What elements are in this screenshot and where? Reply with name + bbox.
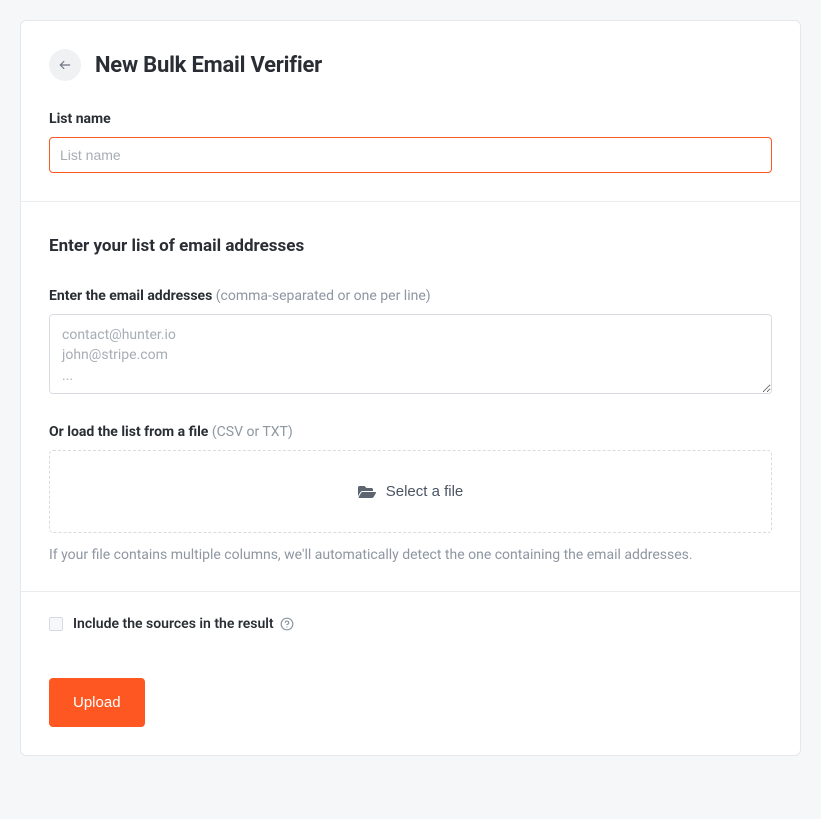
select-file-button[interactable]: Select a file [49,450,772,533]
include-sources-checkbox[interactable] [49,617,63,631]
bulk-verifier-card: New Bulk Email Verifier List name Enter … [20,20,801,756]
email-textarea-label: Enter the email addresses (comma-separat… [49,288,772,304]
select-file-text: Select a file [386,483,464,500]
section-title: Enter your list of email addresses [49,236,772,256]
page-title: New Bulk Email Verifier [95,53,322,78]
email-textarea-hint: (comma-separated or one per line) [216,288,431,304]
file-label: Or load the list from a file (CSV or TXT… [49,424,772,440]
header-section: New Bulk Email Verifier List name [21,21,800,202]
email-textarea-label-text: Enter the email addresses [49,288,212,304]
include-sources-row: Include the sources in the result [49,616,772,632]
include-sources-text: Include the sources in the result [73,616,274,632]
list-name-input[interactable] [49,137,772,173]
title-row: New Bulk Email Verifier [49,49,772,81]
file-help-text: If your file contains multiple columns, … [49,547,772,563]
file-group: Or load the list from a file (CSV or TXT… [49,424,772,563]
help-circle-icon[interactable] [280,617,294,631]
back-button[interactable] [49,49,81,81]
list-name-label: List name [49,111,772,127]
file-label-text: Or load the list from a file [49,424,208,440]
upload-button[interactable]: Upload [49,678,145,727]
footer-section: Upload [21,656,800,755]
email-textarea-group: Enter the email addresses (comma-separat… [49,288,772,398]
file-hint: (CSV or TXT) [212,424,293,440]
options-section: Include the sources in the result [21,592,800,656]
arrow-left-icon [58,58,72,72]
folder-open-icon [358,484,376,500]
include-sources-label[interactable]: Include the sources in the result [73,616,294,632]
email-addresses-textarea[interactable] [49,314,772,394]
body-section: Enter your list of email addresses Enter… [21,202,800,592]
